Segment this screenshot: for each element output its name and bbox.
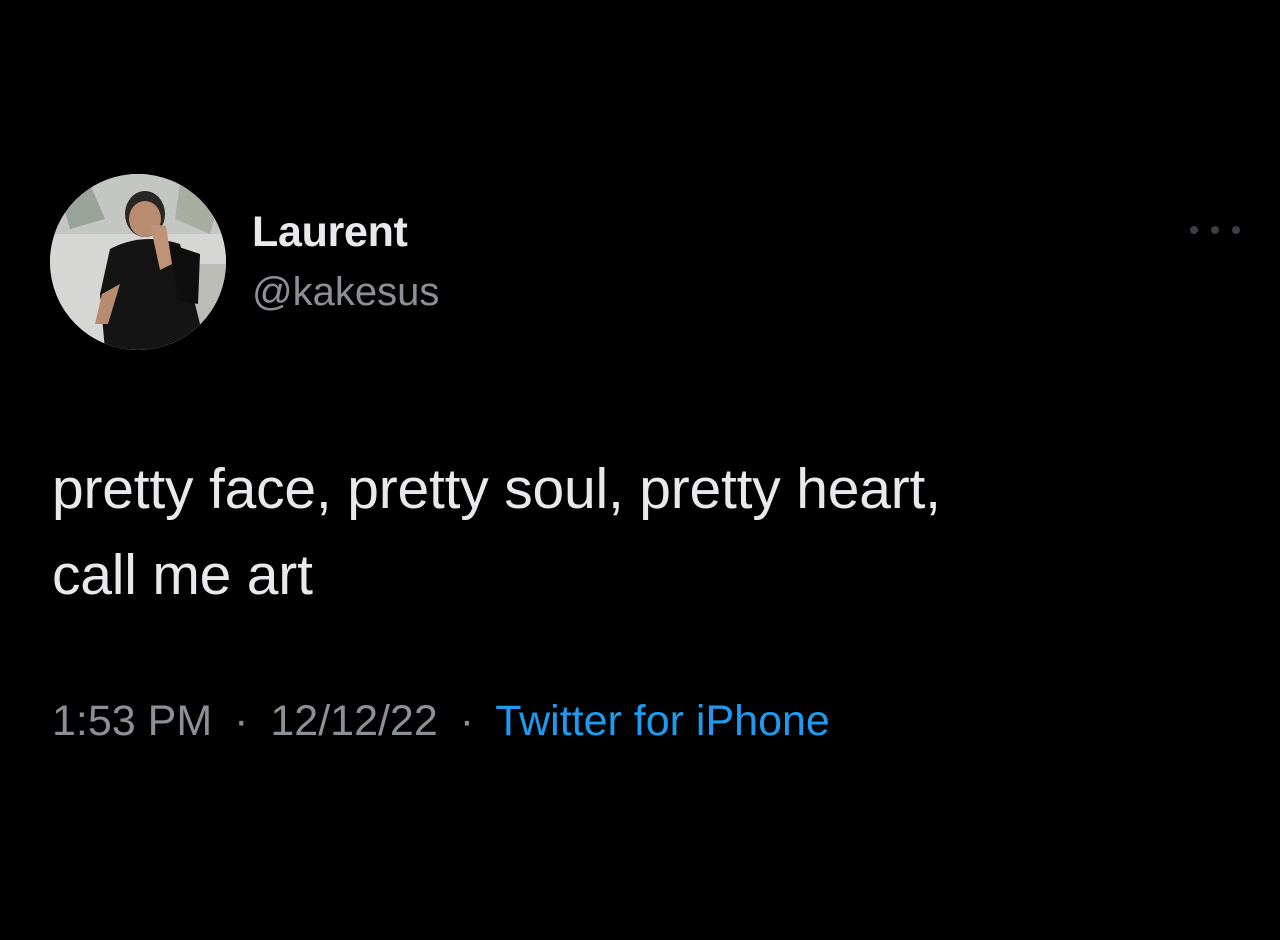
- tweet-text-line: call me art: [52, 543, 313, 607]
- tweet-card: Laurent @kakesus pretty face, pretty sou…: [0, 0, 1280, 940]
- tweet-metadata: 1:53 PM · 12/12/22 · Twitter for iPhone: [52, 694, 830, 748]
- more-options-button[interactable]: [1190, 218, 1240, 242]
- tweet-time[interactable]: 1:53 PM: [52, 697, 212, 745]
- tweet-source-link[interactable]: Twitter for iPhone: [495, 697, 830, 745]
- more-icon-dot: [1232, 226, 1240, 234]
- more-icon-dot: [1211, 226, 1219, 234]
- avatar[interactable]: [50, 174, 226, 350]
- separator: ·: [459, 697, 475, 745]
- avatar-photo: [50, 174, 226, 350]
- author-block: Laurent @kakesus: [252, 206, 439, 318]
- user-handle[interactable]: @kakesus: [252, 266, 439, 318]
- tweet-date[interactable]: 12/12/22: [270, 697, 437, 745]
- tweet-text-line: pretty face, pretty soul, pretty heart,: [52, 457, 941, 521]
- tweet-text: pretty face, pretty soul, pretty heart, …: [52, 446, 1252, 618]
- separator: ·: [234, 697, 249, 745]
- display-name[interactable]: Laurent: [252, 206, 439, 258]
- more-horizontal-icon: [1190, 226, 1198, 234]
